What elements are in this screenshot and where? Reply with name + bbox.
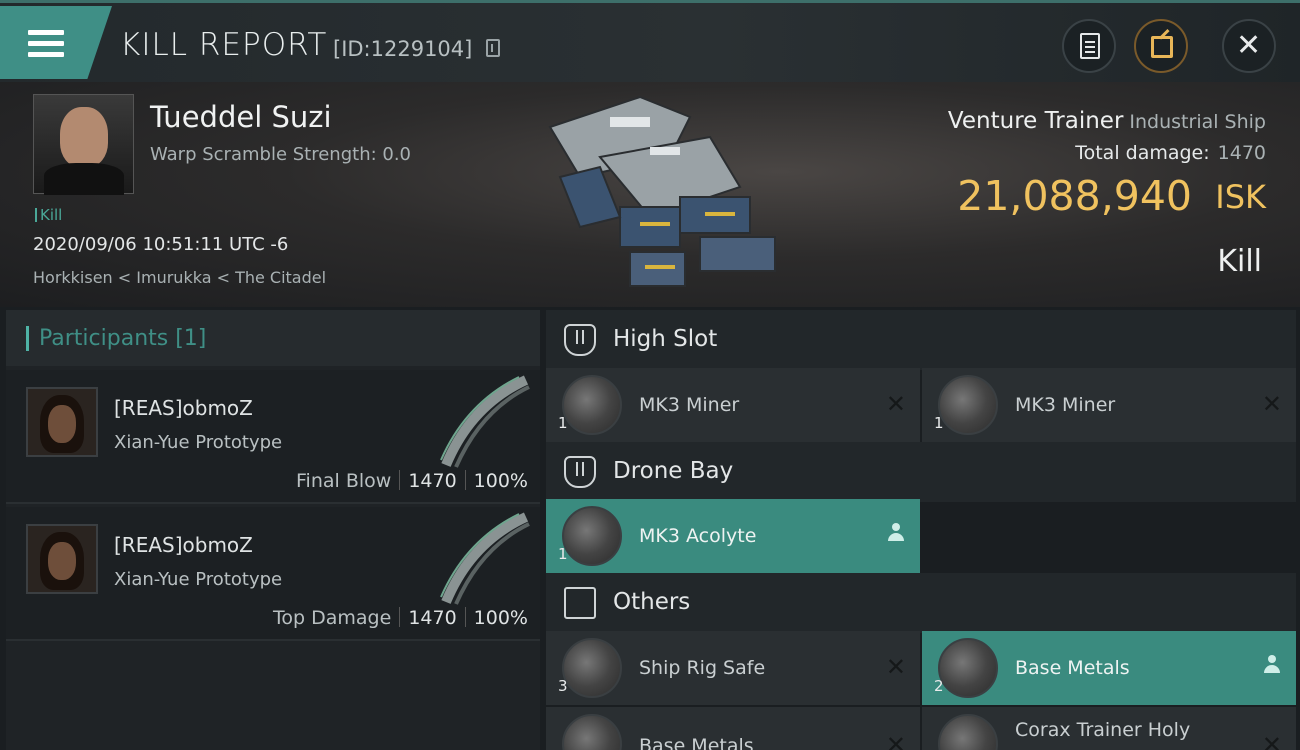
weapon-icon [440, 512, 530, 605]
copy-icon[interactable] [486, 39, 500, 57]
participant-role: Final Blow [296, 470, 392, 492]
victim-ship: Venture Trainer Industrial Ship [948, 108, 1266, 134]
fitting-item[interactable]: Corax Trainer Holy ✕ [922, 707, 1296, 750]
section-title: Others [613, 589, 691, 615]
item-name: Corax Trainer Holy [1015, 719, 1191, 741]
item-name: Base Metals [1015, 657, 1130, 679]
cube-icon [564, 587, 596, 619]
dropped-person-icon [888, 523, 904, 541]
base-metals-icon [938, 638, 998, 698]
total-damage: Total damage: 1470 [1075, 142, 1266, 164]
victim-portrait[interactable] [33, 94, 134, 195]
fitting-item[interactable]: Base Metals ✕ [546, 707, 920, 750]
participant-avatar [26, 387, 98, 457]
ship-render-image [548, 95, 776, 287]
participant-percent: 100% [473, 470, 528, 492]
victim-name: Tueddel Suzi [150, 100, 332, 134]
miner-module-icon [938, 375, 998, 435]
participant-role: Top Damage [273, 607, 392, 629]
clipboard-button[interactable] [1062, 19, 1116, 73]
hamburger-menu-icon [28, 30, 64, 58]
total-damage-label: Total damage: [1075, 142, 1210, 164]
participant-avatar [26, 524, 98, 594]
section-title: High Slot [613, 326, 718, 352]
clipboard-icon [1080, 33, 1100, 59]
participant-percent: 100% [473, 607, 528, 629]
drone-bay-icon [564, 456, 596, 488]
participant-stats: Final Blow 1470 100% [296, 470, 528, 492]
fitting-item[interactable]: 3 Ship Rig Safe ✕ [546, 631, 920, 705]
participant-name: [REAS]obmoZ [114, 533, 253, 557]
section-title: Drone Bay [613, 458, 734, 484]
drone-icon [562, 506, 622, 566]
participant-name: [REAS]obmoZ [114, 396, 253, 420]
isk-value: 21,088,940 [957, 172, 1192, 220]
header-bar: KILL REPORT [ID:1229104] ✕ [0, 0, 1300, 82]
fitting-item[interactable]: 2 Base Metals [922, 631, 1296, 705]
item-name: MK3 Acolyte [639, 525, 757, 547]
item-quantity: 1 [934, 414, 944, 432]
kill-datetime: 2020/09/06 10:51:11 UTC -6 [33, 234, 289, 255]
isk-currency: ISK [1215, 178, 1266, 216]
participants-panel: Participants [1] [REAS]obmoZ Xian-Yue Pr… [6, 310, 540, 750]
ship-name: Venture Trainer [947, 108, 1124, 134]
miner-module-icon [562, 375, 622, 435]
participants-header: Participants [1] [6, 310, 540, 366]
menu-button[interactable] [0, 6, 112, 79]
destroyed-icon: ✕ [885, 653, 906, 681]
item-quantity: 1 [558, 414, 568, 432]
share-icon [1151, 36, 1173, 58]
kill-result-label: Kill [1217, 244, 1262, 279]
report-id: [ID:1229104] [333, 37, 473, 61]
item-quantity: 2 [934, 677, 944, 695]
destroyed-icon: ✕ [1261, 731, 1282, 750]
kill-report-window: KILL REPORT [ID:1229104] ✕ Tueddel Suzi … [0, 0, 1300, 750]
victim-summary: Tueddel Suzi Warp Scramble Strength: 0.0… [0, 82, 1300, 307]
participant-damage: 1470 [408, 607, 457, 629]
participant-ship: Xian-Yue Prototype [114, 569, 283, 590]
fitting-item[interactable]: 1 MK3 Acolyte [546, 499, 920, 573]
fitting-item[interactable]: 1 MK3 Miner ✕ [922, 368, 1296, 442]
fitting-item[interactable]: 1 MK3 Miner ✕ [546, 368, 920, 442]
page-title: KILL REPORT [120, 27, 328, 63]
participant-stats: Top Damage 1470 100% [273, 607, 528, 629]
participants-title: Participants [1] [26, 326, 206, 351]
high-slot-icon [564, 324, 596, 356]
item-name: MK3 Miner [639, 394, 740, 416]
participant-ship: Xian-Yue Prototype [114, 432, 283, 453]
destroyed-icon: ✕ [1261, 390, 1282, 418]
participant-damage: 1470 [408, 470, 457, 492]
kill-tag: Kill [35, 206, 62, 224]
share-button[interactable] [1134, 19, 1188, 73]
item-name: Ship Rig Safe [639, 657, 766, 679]
drone-bay-header: Drone Bay [546, 442, 1296, 502]
item-name: Base Metals [639, 735, 754, 750]
warp-scramble-strength: Warp Scramble Strength: 0.0 [150, 144, 412, 165]
others-header: Others [546, 573, 1296, 633]
base-metals-icon [562, 714, 622, 750]
item-quantity: 1 [558, 545, 568, 563]
ship-class: Industrial Ship [1129, 111, 1266, 133]
total-damage-value: 1470 [1217, 142, 1266, 164]
blueprint-icon [938, 714, 998, 750]
high-slot-header: High Slot [546, 310, 1296, 370]
weapon-icon [440, 375, 530, 468]
kill-location: Horkkisen < Imurukka < The Citadel [33, 268, 327, 287]
close-button[interactable]: ✕ [1222, 19, 1276, 73]
participant-row[interactable]: [REAS]obmoZ Xian-Yue Prototype Final Blo… [6, 370, 540, 504]
participant-row[interactable]: [REAS]obmoZ Xian-Yue Prototype Top Damag… [6, 507, 540, 641]
item-quantity: 3 [558, 677, 568, 695]
dropped-person-icon [1264, 655, 1280, 673]
close-icon: ✕ [1236, 28, 1262, 63]
item-name: MK3 Miner [1015, 394, 1116, 416]
destroyed-icon: ✕ [885, 731, 906, 750]
destroyed-icon: ✕ [885, 390, 906, 418]
rig-safe-icon [562, 638, 622, 698]
